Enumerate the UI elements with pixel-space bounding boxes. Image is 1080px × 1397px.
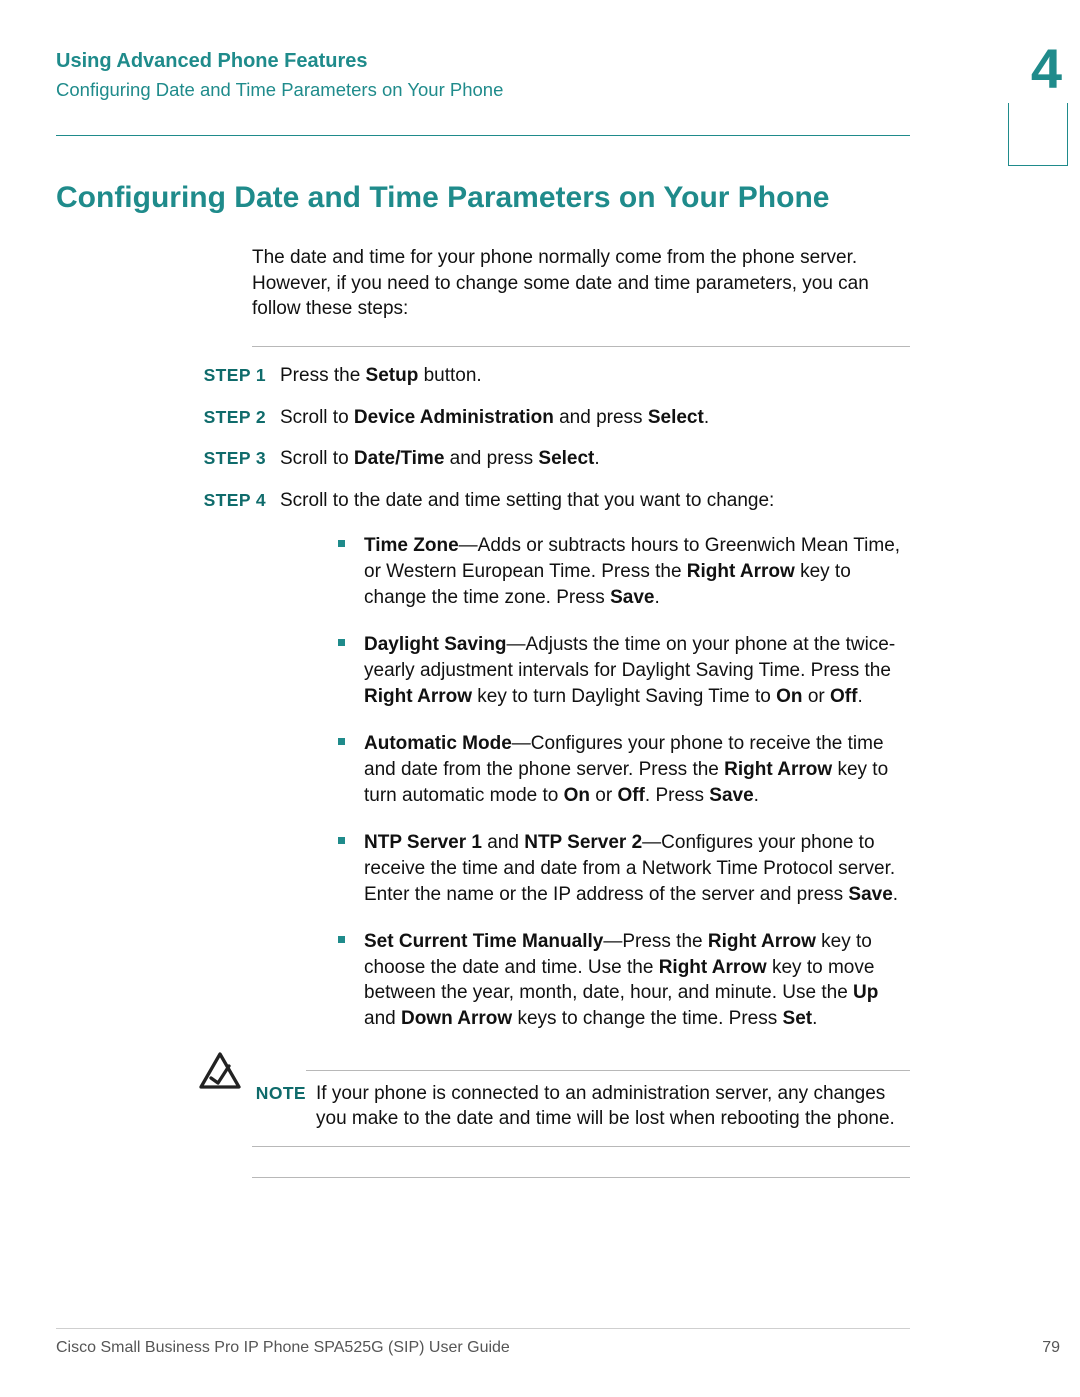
list-item: Set Current Time Manually—Press the Righ…	[338, 929, 910, 1032]
note-text: If your phone is connected to an adminis…	[316, 1081, 910, 1132]
step-body: Press the Setup button.	[280, 363, 910, 389]
chapter-title: Using Advanced Phone Features	[56, 50, 910, 73]
step-body: Scroll to Date/Time and press Select.	[280, 446, 910, 472]
step-label: STEP 4	[196, 488, 280, 1054]
step-list: STEP 1 Press the Setup button. STEP 2 Sc…	[196, 363, 910, 1054]
step-label: STEP 1	[196, 363, 280, 389]
list-item: Daylight Saving—Adjusts the time on your…	[338, 632, 910, 709]
step-label: STEP 2	[196, 405, 280, 431]
step-4: STEP 4 Scroll to the date and time setti…	[196, 488, 910, 1054]
chapter-number: 4	[1031, 36, 1062, 101]
step-label: STEP 3	[196, 446, 280, 472]
note-rule-upper	[306, 1070, 910, 1071]
chapter-number-frame	[1008, 103, 1068, 166]
header-rule	[56, 135, 910, 136]
list-item: NTP Server 1 and NTP Server 2—Configures…	[338, 830, 910, 907]
step-body: Scroll to Device Administration and pres…	[280, 405, 910, 431]
step-2: STEP 2 Scroll to Device Administration a…	[196, 405, 910, 431]
footer-rule	[56, 1328, 910, 1329]
step-3: STEP 3 Scroll to Date/Time and press Sel…	[196, 446, 910, 472]
list-item: Automatic Mode—Configures your phone to …	[338, 731, 910, 808]
note-rule-lower	[252, 1146, 910, 1147]
page-number: 79	[1042, 1339, 1060, 1357]
step-1: STEP 1 Press the Setup button.	[196, 363, 910, 389]
book-title: Cisco Small Business Pro IP Phone SPA525…	[56, 1339, 510, 1357]
intro-paragraph: The date and time for your phone normall…	[252, 245, 910, 322]
page-body: Using Advanced Phone Features Configurin…	[56, 50, 910, 1307]
step-body: Scroll to the date and time setting that…	[280, 488, 910, 1054]
separator	[252, 346, 910, 347]
page-footer: Cisco Small Business Pro IP Phone SPA525…	[56, 1328, 910, 1357]
list-item: Time Zone—Adds or subtracts hours to Gre…	[338, 533, 910, 610]
note-block: NOTE If your phone is connected to an ad…	[56, 1081, 910, 1132]
note-label: NOTE	[252, 1081, 316, 1104]
breadcrumb: Configuring Date and Time Parameters on …	[56, 79, 910, 101]
closing-rule	[252, 1177, 910, 1178]
running-header: Using Advanced Phone Features Configurin…	[56, 50, 910, 136]
note-triangle-icon	[198, 1051, 242, 1096]
page-title: Configuring Date and Time Parameters on …	[56, 181, 910, 215]
bullet-list: Time Zone—Adds or subtracts hours to Gre…	[338, 533, 910, 1031]
